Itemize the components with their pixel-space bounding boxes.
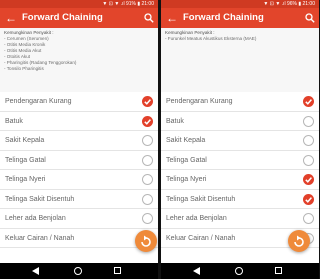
symptom-label: Telinga Nyeri: [5, 176, 46, 183]
unchecked-circle-icon[interactable]: [303, 213, 314, 224]
app-bar: ← Forward Chaining: [0, 8, 158, 28]
unchecked-circle-icon[interactable]: [303, 135, 314, 146]
symptom-row[interactable]: Telinga Gatal: [0, 151, 158, 170]
symptom-list: Pendengaran Kurang Batuk Sakit Kepala Telin…: [161, 92, 319, 248]
phone-screen-left: ▼ ⊡ ▼ .ıl 91% ▮ 21:00 ← Forward Chaining…: [0, 0, 158, 279]
unchecked-circle-icon[interactable]: [142, 154, 153, 166]
symptom-row[interactable]: Telinga Nyeri: [161, 170, 319, 190]
phone-screen-right: ▼ ⊡ ▼ .ıl 96% ▮ 21:00 ← Forward Chaining…: [161, 0, 319, 279]
refresh-icon: [141, 235, 151, 247]
nav-recents-icon[interactable]: [275, 267, 282, 274]
summary-item: - Furunkel Meatus Akustikus Eksterna (MA…: [165, 36, 257, 41]
symptom-label: Leher ada Benjolan: [5, 215, 66, 222]
diagnosis-summary: Kemungkinan Penyakit : - Furunkel Meatus…: [161, 28, 319, 92]
unchecked-circle-icon[interactable]: [142, 193, 153, 205]
refresh-icon: [294, 235, 304, 247]
symptom-label: Telinga Gatal: [166, 156, 207, 164]
symptom-row[interactable]: Pendengaran Kurang: [0, 92, 158, 112]
symptom-label: Telinga Sakit Disentuh: [5, 195, 75, 203]
symptom-row[interactable]: Pendengaran Kurang: [161, 92, 319, 112]
nav-home-icon[interactable]: [235, 267, 243, 275]
diagnosis-summary: Kemungkinan Penyakit : - Cerumen (Serume…: [0, 28, 158, 92]
app-title: Forward Chaining: [183, 12, 264, 23]
search-icon[interactable]: [305, 13, 315, 23]
symptom-row[interactable]: Telinga Nyeri: [0, 170, 158, 190]
android-nav-bar: [0, 263, 158, 279]
nav-recents-icon[interactable]: [114, 267, 121, 274]
checked-circle-icon[interactable]: [303, 96, 314, 107]
symptom-label: Sakit Kepala: [166, 137, 206, 144]
search-icon[interactable]: [144, 13, 154, 23]
symptom-row[interactable]: Leher ada Benjolan: [0, 209, 158, 229]
summary-item: - Tonsilo Pharingitis: [4, 66, 44, 71]
unchecked-circle-icon[interactable]: [142, 135, 153, 146]
checked-circle-icon[interactable]: [142, 115, 153, 127]
symptom-label: Keluar Cairan / Nanah: [5, 234, 75, 242]
screenshot-composite: ▼ ⊡ ▼ .ıl 91% ▮ 21:00 ← Forward Chaining…: [0, 0, 319, 279]
checked-circle-icon[interactable]: [303, 174, 314, 185]
symptom-row[interactable]: Batuk: [161, 112, 319, 131]
symptom-label: Leher ada Benjolan: [166, 215, 227, 222]
action-fab[interactable]: [135, 230, 157, 252]
unchecked-circle-icon[interactable]: [142, 174, 153, 185]
symptom-row[interactable]: Sakit Kepala: [0, 131, 158, 151]
status-bar: ▼ ⊡ ▼ .ıl 91% ▮ 21:00: [0, 0, 158, 8]
symptom-label: Telinga Gatal: [5, 156, 46, 164]
symptom-label: Batuk: [5, 117, 23, 125]
action-fab[interactable]: [288, 230, 310, 252]
symptom-row[interactable]: Sakit Kepala: [161, 131, 319, 151]
unchecked-circle-icon[interactable]: [142, 213, 153, 224]
symptom-label: Telinga Nyeri: [166, 176, 207, 183]
symptom-label: Pendengaran Kurang: [5, 98, 72, 105]
symptom-label: Batuk: [166, 117, 184, 125]
symptom-row[interactable]: Batuk: [0, 112, 158, 131]
back-arrow-icon[interactable]: ←: [166, 8, 178, 28]
checked-circle-icon[interactable]: [142, 96, 153, 107]
unchecked-circle-icon[interactable]: [303, 154, 314, 166]
checked-circle-icon[interactable]: [303, 193, 314, 205]
status-bar: ▼ ⊡ ▼ .ıl 96% ▮ 21:00: [161, 0, 319, 8]
symptom-row[interactable]: Leher ada Benjolan: [161, 209, 319, 229]
symptom-label: Keluar Cairan / Nanah: [166, 234, 236, 242]
android-nav-bar: [161, 263, 319, 279]
symptom-row[interactable]: Telinga Sakit Disentuh: [161, 190, 319, 209]
nav-back-icon[interactable]: [193, 267, 200, 275]
symptom-row[interactable]: Telinga Sakit Disentuh: [0, 190, 158, 209]
symptom-label: Sakit Kepala: [5, 137, 45, 144]
symptom-label: Telinga Sakit Disentuh: [166, 195, 236, 203]
app-bar: ← Forward Chaining: [161, 8, 319, 28]
symptom-row[interactable]: Telinga Gatal: [161, 151, 319, 170]
nav-home-icon[interactable]: [74, 267, 82, 275]
symptom-list: Pendengaran Kurang Batuk Sakit Kepala Telin…: [0, 92, 158, 248]
symptom-label: Pendengaran Kurang: [166, 98, 233, 105]
nav-back-icon[interactable]: [32, 267, 39, 275]
app-title: Forward Chaining: [22, 12, 103, 23]
back-arrow-icon[interactable]: ←: [5, 8, 17, 28]
unchecked-circle-icon[interactable]: [303, 115, 314, 127]
